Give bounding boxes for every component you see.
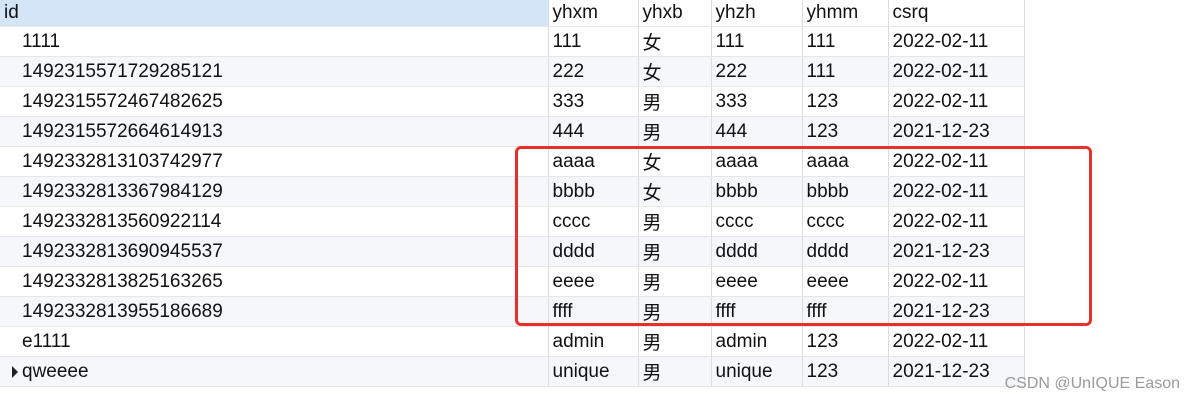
cell-yhmm[interactable]: bbbb bbox=[802, 176, 889, 207]
cell-yhxb[interactable]: 男 bbox=[638, 86, 712, 117]
table-row[interactable]: 1492332813367984129 bbbb 女 bbbb bbbb 2022-02-… bbox=[0, 176, 1025, 207]
cell-id[interactable]: 1492332813103742977 bbox=[0, 146, 549, 177]
cell-yhmm[interactable]: aaaa bbox=[802, 146, 889, 177]
watermark: CSDN @UnIQUE Eason bbox=[1004, 375, 1180, 392]
cell-yhxm[interactable]: aaaa bbox=[548, 146, 639, 177]
cell-id[interactable]: 1492332813367984129 bbox=[0, 176, 549, 207]
cell-yhxb[interactable]: 男 bbox=[638, 266, 712, 297]
table-row[interactable]: qweeee unique 男 unique 123 2021-12-23 bbox=[0, 356, 1025, 387]
column-header-yhzh[interactable]: yhzh bbox=[711, 0, 803, 27]
cell-yhxb[interactable]: 男 bbox=[638, 116, 712, 147]
cell-yhmm[interactable]: 123 bbox=[802, 86, 889, 117]
cell-yhxm[interactable]: eeee bbox=[548, 266, 639, 297]
grid-body: 1111 111 女 111 111 2022-02-11 1492315571729285… bbox=[0, 26, 1025, 387]
data-grid: id yhxm yhxb yhzh yhmm csrq 1111 111 女 111 1… bbox=[0, 0, 1025, 387]
cell-yhzh[interactable]: ffff bbox=[711, 296, 803, 327]
cell-csrq[interactable]: 2022-02-11 bbox=[888, 26, 1025, 57]
cell-csrq[interactable]: 2022-02-11 bbox=[888, 146, 1025, 177]
table-row[interactable]: 1492332813560922114 cccc 男 cccc cccc 2022-02-… bbox=[0, 206, 1025, 237]
cell-yhmm[interactable]: 123 bbox=[802, 326, 889, 357]
cell-id[interactable]: 1111 bbox=[0, 26, 549, 57]
table-row[interactable]: e1111 admin 男 admin 123 2022-02-11 bbox=[0, 326, 1025, 357]
header-row: id yhxm yhxb yhzh yhmm csrq bbox=[0, 0, 1025, 27]
cell-csrq[interactable]: 2022-02-11 bbox=[888, 86, 1025, 117]
cell-yhzh[interactable]: eeee bbox=[711, 266, 803, 297]
cell-yhxb[interactable]: 男 bbox=[638, 296, 712, 327]
cell-yhmm[interactable]: cccc bbox=[802, 206, 889, 237]
column-header-csrq[interactable]: csrq bbox=[888, 0, 1025, 27]
cell-yhxm[interactable]: admin bbox=[548, 326, 639, 357]
cell-csrq[interactable]: 2022-02-11 bbox=[888, 266, 1025, 297]
cell-yhxb[interactable]: 男 bbox=[638, 206, 712, 237]
cell-csrq[interactable]: 2021-12-23 bbox=[888, 116, 1025, 147]
cell-csrq[interactable]: 2021-12-23 bbox=[888, 296, 1025, 327]
cell-id[interactable]: 1492332813955186689 bbox=[0, 296, 549, 327]
table-row[interactable]: 1492332813690945537 dddd 男 dddd dddd 2021-12-… bbox=[0, 236, 1025, 267]
cell-yhmm[interactable]: eeee bbox=[802, 266, 889, 297]
cell-yhxm[interactable]: unique bbox=[548, 356, 639, 387]
cell-yhxb[interactable]: 女 bbox=[638, 176, 712, 207]
column-header-id[interactable]: id bbox=[0, 0, 549, 27]
column-header-yhmm[interactable]: yhmm bbox=[802, 0, 889, 27]
column-header-yhxm[interactable]: yhxm bbox=[548, 0, 639, 27]
cell-yhxm[interactable]: cccc bbox=[548, 206, 639, 237]
cell-yhmm[interactable]: ffff bbox=[802, 296, 889, 327]
cell-id[interactable]: 1492332813560922114 bbox=[0, 206, 549, 237]
cell-yhxb[interactable]: 女 bbox=[638, 56, 712, 87]
cell-id[interactable]: 1492315572467482625 bbox=[0, 86, 549, 117]
cell-yhxm[interactable]: 111 bbox=[548, 26, 639, 57]
cell-yhxb[interactable]: 男 bbox=[638, 236, 712, 267]
table-row[interactable]: 1492315571729285121 222 女 222 111 2022-02-11 bbox=[0, 56, 1025, 87]
cell-id[interactable]: e1111 bbox=[0, 326, 549, 357]
cell-yhzh[interactable]: 333 bbox=[711, 86, 803, 117]
cell-yhxm[interactable]: 333 bbox=[548, 86, 639, 117]
cell-yhxb[interactable]: 男 bbox=[638, 356, 712, 387]
table-row[interactable]: 1492332813955186689 ffff 男 ffff ffff 2021-12-… bbox=[0, 296, 1025, 327]
cell-id[interactable]: 1492315572664614913 bbox=[0, 116, 549, 147]
table-row[interactable]: 1111 111 女 111 111 2022-02-11 bbox=[0, 26, 1025, 57]
cell-id[interactable]: 1492332813825163265 bbox=[0, 266, 549, 297]
cell-csrq[interactable]: 2022-02-11 bbox=[888, 206, 1025, 237]
cell-yhmm[interactable]: 123 bbox=[802, 356, 889, 387]
cell-csrq[interactable]: 2022-02-11 bbox=[888, 326, 1025, 357]
cell-id[interactable]: qweeee bbox=[0, 356, 549, 387]
cell-yhzh[interactable]: 444 bbox=[711, 116, 803, 147]
cell-csrq[interactable]: 2021-12-23 bbox=[888, 356, 1025, 387]
cell-yhxm[interactable]: 222 bbox=[548, 56, 639, 87]
cell-yhxm[interactable]: 444 bbox=[548, 116, 639, 147]
table-row[interactable]: 1492332813103742977 aaaa 女 aaaa aaaa 2022-02-… bbox=[0, 146, 1025, 177]
current-row-indicator-icon bbox=[12, 366, 18, 378]
cell-csrq[interactable]: 2022-02-11 bbox=[888, 176, 1025, 207]
cell-yhzh[interactable]: admin bbox=[711, 326, 803, 357]
table-row[interactable]: 1492332813825163265 eeee 男 eeee eeee 2022-02-… bbox=[0, 266, 1025, 297]
cell-yhmm[interactable]: 111 bbox=[802, 56, 889, 87]
cell-yhxb[interactable]: 男 bbox=[638, 326, 712, 357]
cell-yhxm[interactable]: ffff bbox=[548, 296, 639, 327]
table-row[interactable]: 1492315572664614913 444 男 444 123 2021-12-23 bbox=[0, 116, 1025, 147]
cell-yhzh[interactable]: unique bbox=[711, 356, 803, 387]
cell-yhxm[interactable]: bbbb bbox=[548, 176, 639, 207]
cell-yhzh[interactable]: 111 bbox=[711, 26, 803, 57]
cell-csrq[interactable]: 2021-12-23 bbox=[888, 236, 1025, 267]
cell-yhmm[interactable]: 111 bbox=[802, 26, 889, 57]
cell-yhxb[interactable]: 女 bbox=[638, 146, 712, 177]
cell-id[interactable]: 1492332813690945537 bbox=[0, 236, 549, 267]
cell-yhxb[interactable]: 女 bbox=[638, 26, 712, 57]
column-header-yhxb[interactable]: yhxb bbox=[638, 0, 712, 27]
cell-yhzh[interactable]: 222 bbox=[711, 56, 803, 87]
cell-yhmm[interactable]: dddd bbox=[802, 236, 889, 267]
cell-yhzh[interactable]: dddd bbox=[711, 236, 803, 267]
table-row[interactable]: 1492315572467482625 333 男 333 123 2022-02-11 bbox=[0, 86, 1025, 117]
cell-yhxm[interactable]: dddd bbox=[548, 236, 639, 267]
cell-yhzh[interactable]: cccc bbox=[711, 206, 803, 237]
cell-yhzh[interactable]: bbbb bbox=[711, 176, 803, 207]
cell-yhzh[interactable]: aaaa bbox=[711, 146, 803, 177]
cell-yhmm[interactable]: 123 bbox=[802, 116, 889, 147]
cell-id[interactable]: 1492315571729285121 bbox=[0, 56, 549, 87]
cell-csrq[interactable]: 2022-02-11 bbox=[888, 56, 1025, 87]
